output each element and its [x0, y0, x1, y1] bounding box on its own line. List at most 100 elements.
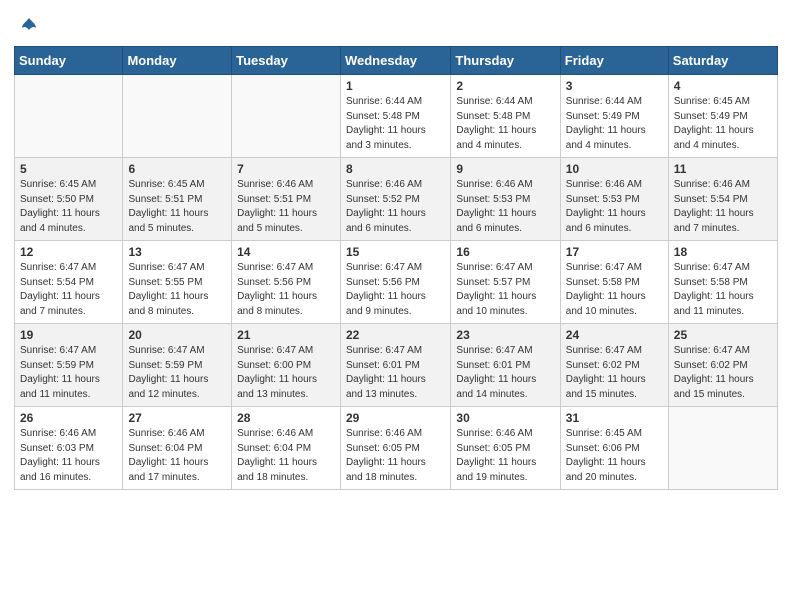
day-number: 7	[237, 162, 335, 176]
logo-bird-icon	[22, 18, 36, 38]
day-number: 3	[566, 79, 663, 93]
cell-content: Sunrise: 6:47 AMSunset: 5:54 PMDaylight:…	[20, 261, 117, 319]
cell-content: Sunrise: 6:47 AMSunset: 6:02 PMDaylight:…	[674, 344, 772, 402]
cell-content: Sunrise: 6:47 AMSunset: 6:00 PMDaylight:…	[237, 344, 335, 402]
weekday-header: Tuesday	[232, 47, 341, 75]
day-number: 10	[566, 162, 663, 176]
calendar-cell: 21 Sunrise: 6:47 AMSunset: 6:00 PMDayligh…	[232, 324, 341, 407]
day-number: 5	[20, 162, 117, 176]
page-header	[0, 0, 792, 46]
cell-content: Sunrise: 6:47 AMSunset: 5:58 PMDaylight:…	[566, 261, 663, 319]
day-number: 12	[20, 245, 117, 259]
cell-content: Sunrise: 6:47 AMSunset: 5:56 PMDaylight:…	[237, 261, 335, 319]
day-number: 8	[346, 162, 445, 176]
cell-content: Sunrise: 6:47 AMSunset: 5:56 PMDaylight:…	[346, 261, 445, 319]
day-number: 15	[346, 245, 445, 259]
calendar-week-row: 19Sunrise: 6:47 AMSunset: 5:59 PMDayligh…	[15, 324, 778, 407]
calendar-cell: 15 Sunrise: 6:47 AMSunset: 5:56 PMDayligh…	[340, 241, 450, 324]
weekday-header: Friday	[560, 47, 668, 75]
calendar-cell: 18Sunrise: 6:47 AMSunset: 5:58 PMDayligh…	[668, 241, 777, 324]
calendar-cell	[15, 75, 123, 158]
calendar-cell: 25 Sunrise: 6:47 AMSunset: 6:02 PMDayligh…	[668, 324, 777, 407]
calendar-cell: 17 Sunrise: 6:47 AMSunset: 5:58 PMDayligh…	[560, 241, 668, 324]
calendar-cell: 19Sunrise: 6:47 AMSunset: 5:59 PMDayligh…	[15, 324, 123, 407]
day-number: 9	[456, 162, 554, 176]
cell-content: Sunrise: 6:47 AMSunset: 6:02 PMDaylight:…	[566, 344, 663, 402]
cell-content: Sunrise: 6:47 AMSunset: 5:59 PMDaylight:…	[20, 344, 117, 402]
logo-text	[20, 16, 36, 38]
cell-content: Sunrise: 6:46 AMSunset: 6:05 PMDaylight:…	[346, 427, 445, 485]
calendar-cell: 24 Sunrise: 6:47 AMSunset: 6:02 PMDayligh…	[560, 324, 668, 407]
cell-content: Sunrise: 6:46 AMSunset: 6:04 PMDaylight:…	[237, 427, 335, 485]
calendar-cell: 9 Sunrise: 6:46 AMSunset: 5:53 PMDaylight…	[451, 158, 560, 241]
calendar-week-row: 12 Sunrise: 6:47 AMSunset: 5:54 PMDayligh…	[15, 241, 778, 324]
cell-content: Sunrise: 6:45 AMSunset: 5:50 PMDaylight:…	[20, 178, 117, 236]
cell-content: Sunrise: 6:46 AMSunset: 5:51 PMDaylight:…	[237, 178, 335, 236]
cell-content: Sunrise: 6:44 AMSunset: 5:49 PMDaylight:…	[566, 95, 663, 153]
day-number: 24	[566, 328, 663, 342]
calendar-cell: 29 Sunrise: 6:46 AMSunset: 6:05 PMDayligh…	[340, 407, 450, 490]
day-number: 16	[456, 245, 554, 259]
cell-content: Sunrise: 6:46 AMSunset: 5:53 PMDaylight:…	[456, 178, 554, 236]
calendar-week-row: 1 Sunrise: 6:44 AMSunset: 5:48 PMDaylight…	[15, 75, 778, 158]
calendar-cell: 7 Sunrise: 6:46 AMSunset: 5:51 PMDaylight…	[232, 158, 341, 241]
weekday-header: Monday	[123, 47, 232, 75]
cell-content: Sunrise: 6:44 AMSunset: 5:48 PMDaylight:…	[346, 95, 445, 153]
day-number: 23	[456, 328, 554, 342]
calendar-cell	[123, 75, 232, 158]
calendar-cell: 8 Sunrise: 6:46 AMSunset: 5:52 PMDaylight…	[340, 158, 450, 241]
day-number: 1	[346, 79, 445, 93]
calendar-cell: 3 Sunrise: 6:44 AMSunset: 5:49 PMDaylight…	[560, 75, 668, 158]
calendar-cell	[668, 407, 777, 490]
cell-content: Sunrise: 6:46 AMSunset: 6:04 PMDaylight:…	[128, 427, 226, 485]
weekday-header: Sunday	[15, 47, 123, 75]
cell-content: Sunrise: 6:45 AMSunset: 5:51 PMDaylight:…	[128, 178, 226, 236]
cell-content: Sunrise: 6:47 AMSunset: 5:57 PMDaylight:…	[456, 261, 554, 319]
day-number: 29	[346, 411, 445, 425]
cell-content: Sunrise: 6:46 AMSunset: 5:52 PMDaylight:…	[346, 178, 445, 236]
weekday-header: Saturday	[668, 47, 777, 75]
calendar-cell: 16 Sunrise: 6:47 AMSunset: 5:57 PMDayligh…	[451, 241, 560, 324]
weekday-header-row: SundayMondayTuesdayWednesdayThursdayFrid…	[15, 47, 778, 75]
calendar-cell: 2 Sunrise: 6:44 AMSunset: 5:48 PMDaylight…	[451, 75, 560, 158]
day-number: 25	[674, 328, 772, 342]
calendar-cell: 22 Sunrise: 6:47 AMSunset: 6:01 PMDayligh…	[340, 324, 450, 407]
day-number: 28	[237, 411, 335, 425]
cell-content: Sunrise: 6:47 AMSunset: 5:55 PMDaylight:…	[128, 261, 226, 319]
day-number: 17	[566, 245, 663, 259]
calendar-cell: 26 Sunrise: 6:46 AMSunset: 6:03 PMDayligh…	[15, 407, 123, 490]
calendar-cell: 14 Sunrise: 6:47 AMSunset: 5:56 PMDayligh…	[232, 241, 341, 324]
logo	[20, 16, 36, 38]
cell-content: Sunrise: 6:46 AMSunset: 6:03 PMDaylight:…	[20, 427, 117, 485]
weekday-header: Wednesday	[340, 47, 450, 75]
day-number: 4	[674, 79, 772, 93]
day-number: 6	[128, 162, 226, 176]
cell-content: Sunrise: 6:44 AMSunset: 5:48 PMDaylight:…	[456, 95, 554, 153]
calendar-cell	[232, 75, 341, 158]
calendar-cell: 20 Sunrise: 6:47 AMSunset: 5:59 PMDayligh…	[123, 324, 232, 407]
day-number: 20	[128, 328, 226, 342]
calendar-cell: 28 Sunrise: 6:46 AMSunset: 6:04 PMDayligh…	[232, 407, 341, 490]
weekday-header: Thursday	[451, 47, 560, 75]
day-number: 27	[128, 411, 226, 425]
cell-content: Sunrise: 6:46 AMSunset: 5:53 PMDaylight:…	[566, 178, 663, 236]
day-number: 21	[237, 328, 335, 342]
calendar-cell: 5 Sunrise: 6:45 AMSunset: 5:50 PMDaylight…	[15, 158, 123, 241]
calendar-cell: 30Sunrise: 6:46 AMSunset: 6:05 PMDayligh…	[451, 407, 560, 490]
calendar-cell: 6 Sunrise: 6:45 AMSunset: 5:51 PMDaylight…	[123, 158, 232, 241]
cell-content: Sunrise: 6:47 AMSunset: 6:01 PMDaylight:…	[456, 344, 554, 402]
cell-content: Sunrise: 6:46 AMSunset: 5:54 PMDaylight:…	[674, 178, 772, 236]
day-number: 26	[20, 411, 117, 425]
cell-content: Sunrise: 6:45 AMSunset: 5:49 PMDaylight:…	[674, 95, 772, 153]
day-number: 14	[237, 245, 335, 259]
calendar-cell: 13 Sunrise: 6:47 AMSunset: 5:55 PMDayligh…	[123, 241, 232, 324]
day-number: 2	[456, 79, 554, 93]
calendar-cell: 23 Sunrise: 6:47 AMSunset: 6:01 PMDayligh…	[451, 324, 560, 407]
cell-content: Sunrise: 6:47 AMSunset: 6:01 PMDaylight:…	[346, 344, 445, 402]
day-number: 22	[346, 328, 445, 342]
day-number: 11	[674, 162, 772, 176]
day-number: 13	[128, 245, 226, 259]
calendar-cell: 1 Sunrise: 6:44 AMSunset: 5:48 PMDaylight…	[340, 75, 450, 158]
cell-content: Sunrise: 6:47 AMSunset: 5:59 PMDaylight:…	[128, 344, 226, 402]
calendar-cell: 12 Sunrise: 6:47 AMSunset: 5:54 PMDayligh…	[15, 241, 123, 324]
